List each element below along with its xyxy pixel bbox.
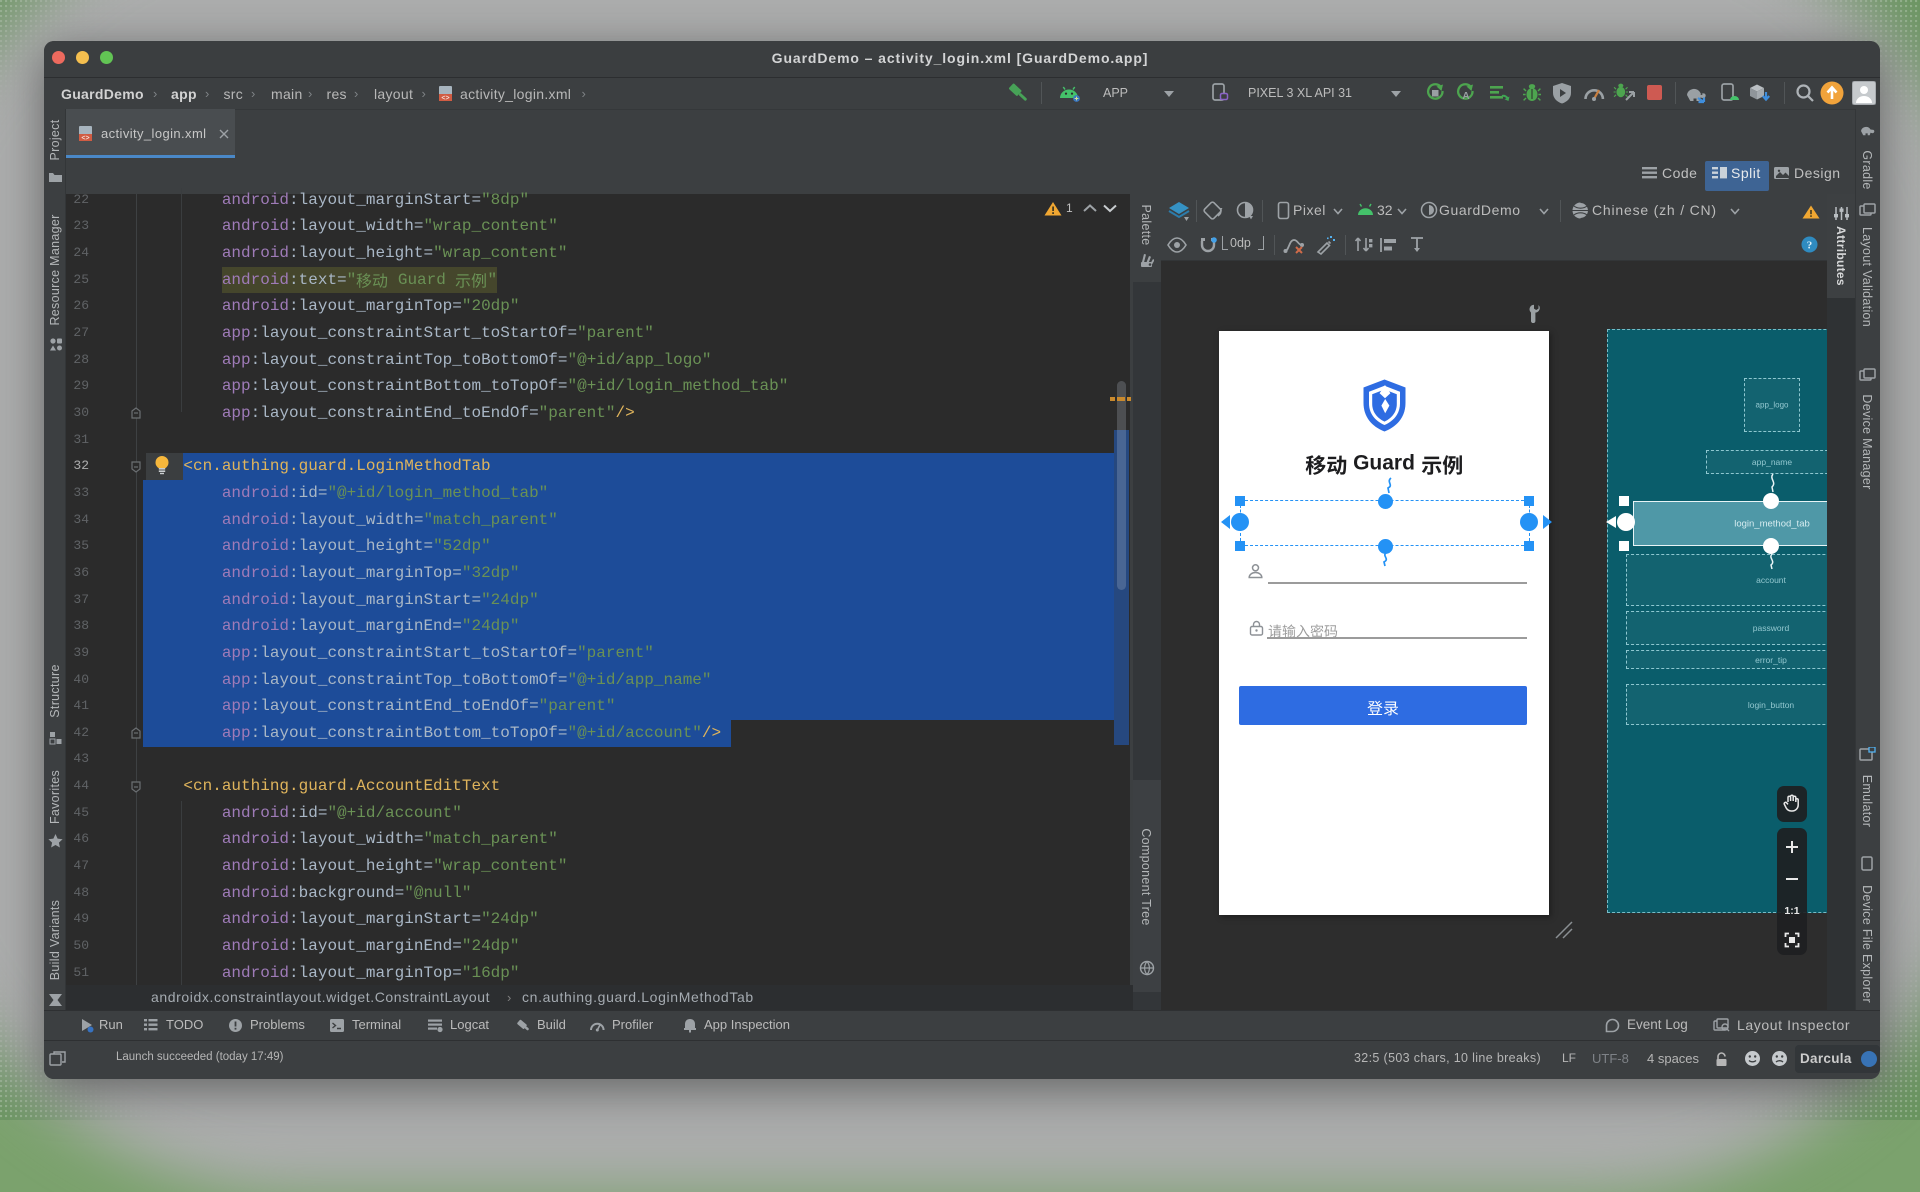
svg-text:A: A: [1462, 91, 1469, 102]
svg-text:<>: <>: [81, 135, 89, 142]
svg-text:?: ?: [1807, 240, 1813, 252]
svg-text:<>: <>: [441, 95, 449, 102]
